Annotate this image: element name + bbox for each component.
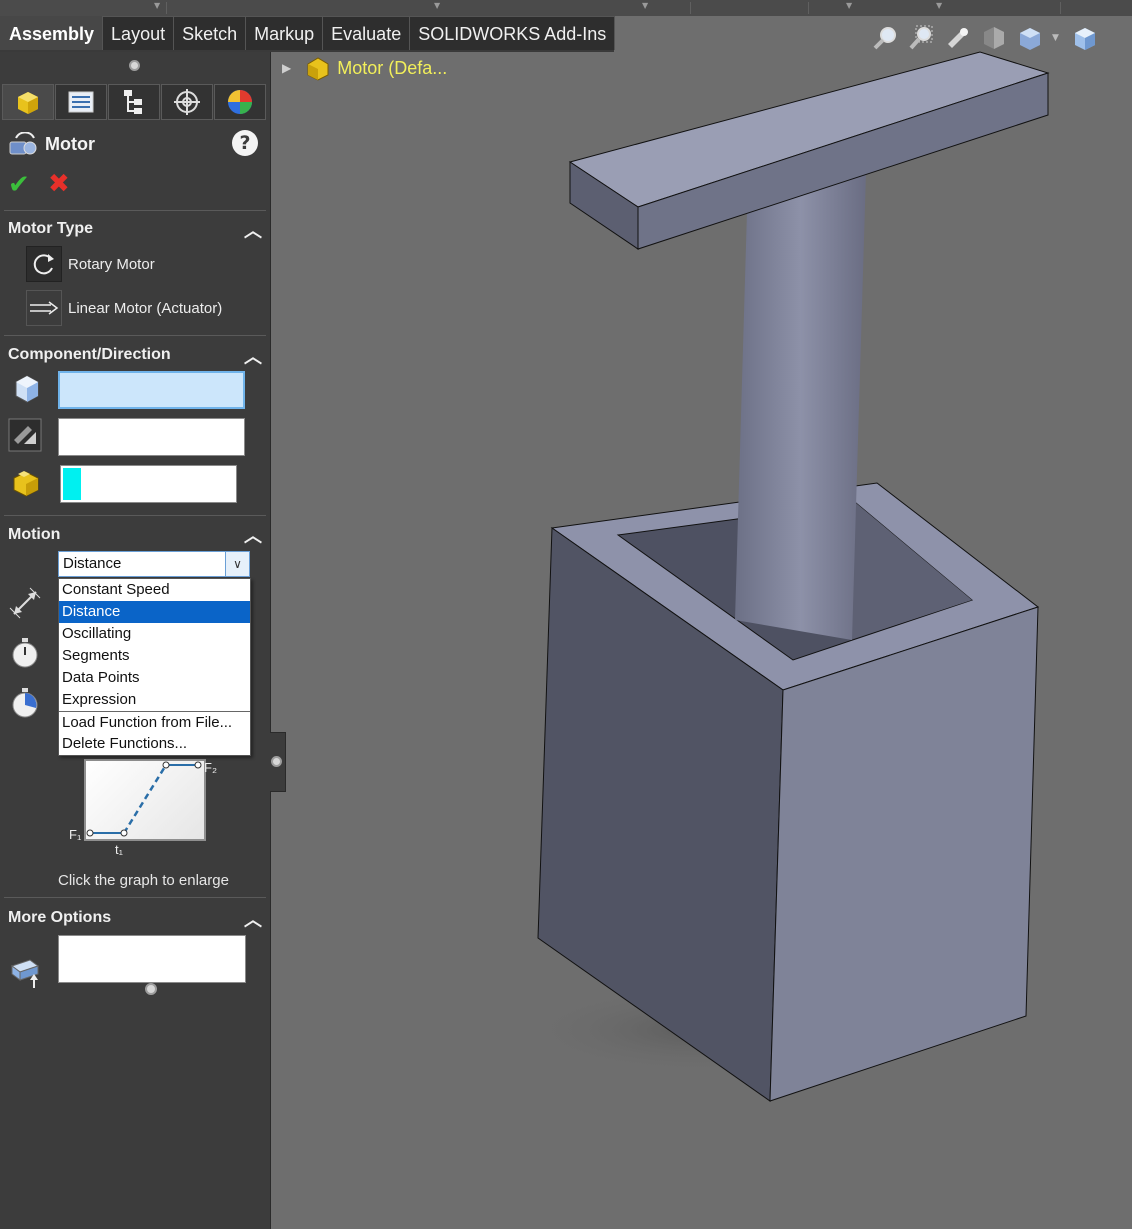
dropdown-option-load-function[interactable]: Load Function from File... <box>59 711 250 733</box>
feature-tree-root[interactable]: Motor (Defa... <box>337 58 447 79</box>
display-manager-icon[interactable] <box>214 84 266 120</box>
load-bearing-faces-field[interactable] <box>58 935 246 983</box>
direction-field[interactable] <box>58 418 245 456</box>
rotary-motor-icon[interactable] <box>26 246 62 282</box>
group-motor-type: Motor Type ︿ Rotary Motor Linear Motor (… <box>4 210 266 335</box>
dropdown-option-oscillating[interactable]: Oscillating <box>59 623 250 645</box>
collapse-icon[interactable]: ︿ <box>244 906 262 932</box>
motor-direction-icon[interactable] <box>8 418 42 452</box>
option-label: Linear Motor (Actuator) <box>68 299 223 317</box>
motion-function-select[interactable]: Distance ∨ <box>58 551 250 577</box>
load-bearing-faces-icon <box>10 959 40 988</box>
component-face-icon <box>15 375 39 403</box>
help-button[interactable]: ? <box>232 130 258 156</box>
component-face-field[interactable] <box>58 371 245 409</box>
ok-button[interactable]: ✔ <box>8 170 30 200</box>
start-time-icon <box>12 638 38 668</box>
collapse-icon[interactable]: ︿ <box>244 522 262 548</box>
property-manager-panel: Motor ? ✔ ✖ Motor Type ︿ Rotary Motor Li… <box>0 52 271 1229</box>
graph-label-t1: t₁ <box>115 842 123 857</box>
collapse-icon[interactable]: ︿ <box>244 217 262 243</box>
view-orientation-icon[interactable] <box>1016 24 1044 52</box>
box-right-face <box>769 606 1039 1102</box>
graph-caption: Click the graph to enlarge <box>58 872 229 889</box>
graph-label-f1: F₁ <box>69 827 82 842</box>
heads-up-toolbar: ▼ <box>872 24 1107 52</box>
zoom-to-area-icon[interactable] <box>908 24 936 52</box>
selected-function: Distance <box>63 555 122 572</box>
display-style-icon[interactable] <box>1071 24 1099 52</box>
previous-view-icon[interactable] <box>944 24 972 52</box>
zoom-to-fit-icon[interactable] <box>872 24 900 52</box>
panel-collapse-handle[interactable] <box>270 732 286 792</box>
option-label: Rotary Motor <box>68 255 155 273</box>
motion-function-dropdown[interactable]: Constant Speed Distance Oscillating Segm… <box>58 578 251 756</box>
component-to-move-field[interactable] <box>60 465 237 503</box>
dropdown-option-data-points[interactable]: Data Points <box>59 667 250 689</box>
dropdown-option-delete-functions[interactable]: Delete Functions... <box>59 733 250 755</box>
chevron-down-icon[interactable]: ▼ <box>1052 33 1059 43</box>
solidworks-window: ▼ ▼ ▼ ▼ ▼ Assembly Layout Sketch Markup … <box>0 0 1132 1229</box>
motion-graph-plot <box>86 761 202 837</box>
dimxpert-icon[interactable] <box>161 84 213 120</box>
motion-feature-icon[interactable] <box>2 84 54 120</box>
group-header-more-options[interactable]: More Options <box>8 909 111 927</box>
manager-tabs <box>2 84 267 120</box>
flyout-feature-tree: ▶ Motor (Defa... <box>282 55 447 81</box>
motion-graph[interactable] <box>84 759 206 841</box>
field-resize-handle[interactable] <box>145 983 157 995</box>
linear-motor-icon[interactable] <box>26 290 62 326</box>
dropdown-option-segments[interactable]: Segments <box>59 645 250 667</box>
property-manager-icon[interactable] <box>55 84 107 120</box>
selection-color-marker <box>63 468 81 500</box>
group-header-motor-type[interactable]: Motor Type <box>8 220 93 238</box>
motor-icon <box>9 132 37 155</box>
dropdown-option-distance[interactable]: Distance <box>59 601 250 623</box>
expand-arrow-icon[interactable]: ▶ <box>282 61 291 75</box>
option-linear-motor[interactable]: Linear Motor (Actuator) <box>26 290 222 326</box>
piston-rod <box>735 172 866 640</box>
component-to-move-icon <box>13 471 39 497</box>
page-title: Motor <box>45 134 95 154</box>
duration-icon <box>12 688 38 718</box>
assembly-icon[interactable] <box>305 55 331 81</box>
panel-collapse-dot[interactable] <box>271 756 282 767</box>
group-header-motion[interactable]: Motion <box>8 526 60 544</box>
collapse-icon[interactable]: ︿ <box>244 343 262 369</box>
displacement-icon <box>9 587 41 619</box>
panel-splitter-handle[interactable] <box>129 60 140 71</box>
cancel-button[interactable]: ✖ <box>48 169 70 199</box>
chevron-down-icon[interactable]: ∨ <box>225 552 249 576</box>
dropdown-option-expression[interactable]: Expression <box>59 689 250 711</box>
option-rotary-motor[interactable]: Rotary Motor <box>26 246 155 282</box>
configuration-manager-icon[interactable] <box>108 84 160 120</box>
graph-label-f2: F₂ <box>204 760 217 775</box>
group-header-component-direction[interactable]: Component/Direction <box>8 346 171 364</box>
section-view-icon[interactable] <box>980 24 1008 52</box>
dropdown-option-constant-speed[interactable]: Constant Speed <box>59 579 250 601</box>
